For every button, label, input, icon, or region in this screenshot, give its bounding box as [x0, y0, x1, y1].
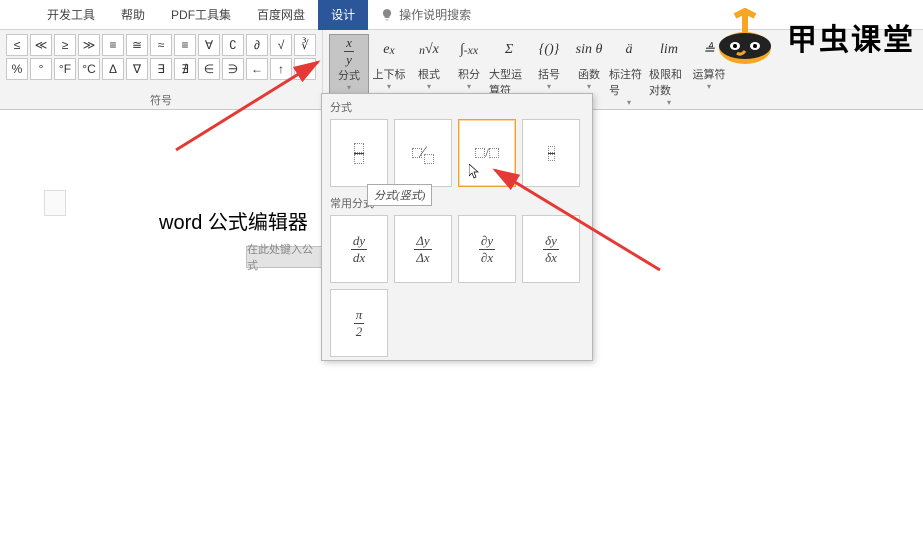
fraction-button[interactable]: xy 分式▾: [329, 34, 369, 95]
common-fraction-dy_dx[interactable]: dydx: [330, 215, 388, 283]
accent-icon: ä: [626, 36, 633, 64]
symbol-cell[interactable]: ≥: [54, 34, 76, 56]
watermark-text: 甲虫课堂: [787, 15, 915, 59]
tab-baidu-netdisk[interactable]: 百度网盘: [244, 0, 318, 30]
common-fraction-ddy_ddx[interactable]: δyδx: [522, 215, 580, 283]
symbol-cell[interactable]: ∀: [198, 34, 220, 56]
symbol-cell[interactable]: ≈: [150, 34, 172, 56]
lightbulb-icon: [380, 8, 394, 22]
script-label: 上下标: [373, 66, 406, 82]
integral-label: 积分: [458, 66, 480, 82]
operator-label: 运算符: [693, 66, 726, 82]
limit-button[interactable]: lim 极限和对数▾: [649, 34, 689, 109]
limit-label: 极限和对数: [649, 66, 689, 98]
tab-pdf-tools[interactable]: PDF工具集: [158, 0, 244, 30]
symbol-cell[interactable]: ∇: [126, 58, 148, 80]
chevron-down-icon: ▾: [707, 82, 711, 91]
symbol-cell[interactable]: Δ: [102, 58, 124, 80]
page-gutter-marker: [44, 190, 66, 216]
symbol-cell[interactable]: ∄: [174, 58, 196, 80]
symbols-group-label: 符号: [0, 92, 322, 108]
symbol-cell[interactable]: °C: [78, 58, 100, 80]
fraction-linear[interactable]: /: [458, 119, 516, 187]
fraction-stacked[interactable]: 分式(竖式): [330, 119, 388, 187]
symbol-cell[interactable]: →: [294, 58, 316, 80]
equation-placeholder[interactable]: 在此处键入公式: [246, 246, 324, 268]
symbol-cell[interactable]: ≫: [78, 34, 100, 56]
common-fraction-pdy_pdx[interactable]: ∂y∂x: [458, 215, 516, 283]
chevron-down-icon: ▾: [667, 98, 671, 107]
tell-me-placeholder: 操作说明搜索: [399, 6, 471, 23]
bracket-button[interactable]: {()} 括号▾: [529, 34, 569, 93]
symbol-cell[interactable]: ←: [246, 58, 268, 80]
radical-label: 根式: [418, 66, 440, 82]
symbol-cell[interactable]: ≪: [30, 34, 52, 56]
symbol-cell[interactable]: °F: [54, 58, 76, 80]
tab-dev-tools[interactable]: 开发工具: [34, 0, 108, 30]
common-fraction-pi_2[interactable]: π2: [330, 289, 388, 357]
symbol-cell[interactable]: ∈: [198, 58, 220, 80]
gallery-title-fraction: 分式: [330, 97, 584, 119]
symbol-cell[interactable]: ∁: [222, 34, 244, 56]
symbol-cell[interactable]: ≅: [126, 34, 148, 56]
script-button[interactable]: ex 上下标▾: [369, 34, 409, 93]
integral-icon: ∫-xx: [460, 36, 478, 64]
common-fraction-Dy_Dx[interactable]: ΔyΔx: [394, 215, 452, 283]
watermark-logo: 甲虫课堂: [713, 8, 915, 66]
function-label: 函数: [578, 66, 600, 82]
chevron-down-icon: ▾: [347, 83, 351, 92]
chevron-down-icon: ▾: [547, 82, 551, 91]
symbol-cell[interactable]: √: [270, 34, 292, 56]
symbol-cell[interactable]: ≡: [102, 34, 124, 56]
symbol-cell[interactable]: °: [30, 58, 52, 80]
document-title: word 公式编辑器: [159, 206, 308, 235]
radical-icon: n√x: [419, 36, 439, 64]
accent-button[interactable]: ä标注符号▾: [609, 34, 649, 109]
symbols-grid: ≤≪≥≫≡≅≈≡∀∁∂√∛%°°F°CΔ∇∃∄∈∋←↑→: [6, 34, 316, 80]
large_op-icon: Σ: [505, 36, 513, 64]
radical-button[interactable]: n√x 根式▾: [409, 34, 449, 93]
fraction-small[interactable]: [522, 119, 580, 187]
fraction-skewed[interactable]: ∕: [394, 119, 452, 187]
integral-button[interactable]: ∫-xx 积分▾: [449, 34, 489, 93]
symbol-cell[interactable]: ∛: [294, 34, 316, 56]
fraction-gallery: 分式 分式(竖式) ∕ / 常用分式 dydxΔyΔx∂y∂xδyδxπ2: [321, 93, 593, 361]
fraction-label: 分式: [338, 67, 360, 83]
symbol-cell[interactable]: ∃: [150, 58, 172, 80]
function-icon: sin θ: [576, 36, 603, 64]
accent-label: 标注符号: [609, 66, 649, 98]
chevron-down-icon: ▾: [587, 82, 591, 91]
beetle-icon: [713, 8, 777, 66]
tab-help[interactable]: 帮助: [108, 0, 158, 30]
symbol-cell[interactable]: ↑: [270, 58, 292, 80]
tab-hidden[interactable]: [8, 0, 34, 30]
function-button[interactable]: sin θ 函数▾: [569, 34, 609, 93]
symbol-cell[interactable]: ∂: [246, 34, 268, 56]
chevron-down-icon: ▾: [387, 82, 391, 91]
script-icon: ex: [383, 36, 394, 64]
symbol-cell[interactable]: %: [6, 58, 28, 80]
symbol-cell[interactable]: ∋: [222, 58, 244, 80]
bracket-icon: {()}: [539, 36, 560, 64]
tab-design[interactable]: 设计: [318, 0, 368, 30]
cursor-icon: [469, 164, 481, 180]
symbol-cell[interactable]: ≡: [174, 34, 196, 56]
fraction-tooltip: 分式(竖式): [367, 184, 432, 206]
fraction-icon: xy: [344, 37, 354, 65]
symbol-cell[interactable]: ≤: [6, 34, 28, 56]
tell-me-search[interactable]: 操作说明搜索: [380, 6, 471, 23]
symbols-group: ≤≪≥≫≡≅≈≡∀∁∂√∛%°°F°CΔ∇∃∄∈∋←↑→ 符号: [0, 30, 323, 109]
limit-icon: lim: [660, 36, 678, 64]
chevron-down-icon: ▾: [427, 82, 431, 91]
bracket-label: 括号: [538, 66, 560, 82]
chevron-down-icon: ▾: [467, 82, 471, 91]
chevron-down-icon: ▾: [627, 98, 631, 107]
